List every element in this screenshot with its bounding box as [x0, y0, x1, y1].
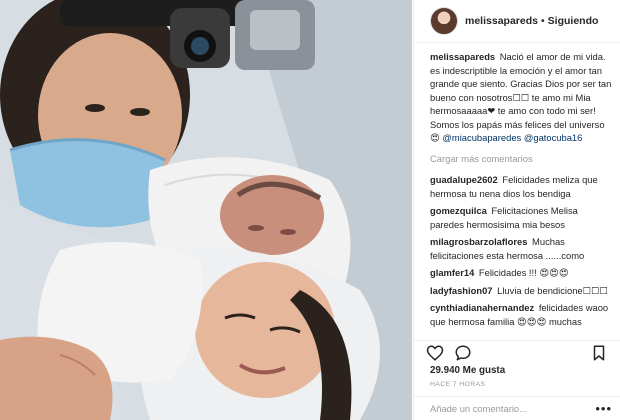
comment-input[interactable] [430, 403, 590, 414]
comment-item: milagrosbarzolaflores Muchas felicitacio… [430, 235, 612, 262]
post-image [0, 0, 412, 420]
comment-username[interactable]: ladyfashion07 [430, 285, 493, 296]
mention-link[interactable]: @miacubaparedes [442, 132, 521, 143]
post-timestamp: HACE 7 HORAS [430, 381, 486, 388]
post-caption: melissapareds Nació el amor de mi vida. … [430, 50, 612, 145]
post-photo[interactable] [0, 0, 412, 420]
comment-username[interactable]: cynthiadianahernandez [430, 302, 534, 313]
comment-icon[interactable] [454, 344, 472, 362]
comment-text: Felicidades !!! 😍😍😍 [478, 267, 569, 278]
comment-username[interactable]: milagrosbarzolaflores [430, 236, 527, 247]
add-comment-bar: ••• [414, 396, 620, 420]
comment-text: Lluvia de bendicione☐☐☐ [497, 284, 608, 296]
caption-text: Nació el amor de mi vida. es indescripti… [430, 51, 612, 143]
avatar[interactable] [430, 7, 458, 35]
comment-username[interactable]: guadalupe2602 [430, 174, 498, 185]
header-separator: • [540, 15, 545, 27]
more-options-icon[interactable]: ••• [595, 402, 612, 415]
following-button[interactable]: Siguiendo [548, 15, 599, 27]
header-username[interactable]: melissapareds [465, 15, 538, 27]
comment-item: gomezquilca Felicitaciones Melisa parede… [430, 204, 612, 231]
post-actions-bar [414, 340, 620, 364]
bookmark-icon[interactable] [590, 344, 608, 362]
comment-username[interactable]: gomezquilca [430, 205, 487, 216]
likes-count[interactable]: 29.940 Me gusta [430, 365, 505, 376]
comment-item: cynthiadianahernandez felicidades waoo q… [430, 301, 612, 328]
load-more-comments-link[interactable]: Cargar más comentarios [430, 152, 612, 166]
post-header: melissapareds • Siguiendo [414, 0, 620, 43]
comment-item: guadalupe2602 Felicidades meliza que her… [430, 173, 612, 200]
comment-item: glamfer14 Felicidades !!! 😍😍😍 [430, 266, 612, 280]
comments-list[interactable]: melissapareds Nació el amor de mi vida. … [414, 50, 620, 342]
comment-item: ladyfashion07 Lluvia de bendicione☐☐☐ [430, 284, 612, 298]
heart-icon[interactable] [426, 344, 444, 362]
caption-username[interactable]: melissapareds [430, 51, 495, 62]
comment-username[interactable]: glamfer14 [430, 267, 474, 278]
mention-link[interactable]: @gatocuba16 [524, 132, 583, 143]
post-side-panel: melissapareds • Siguiendo melissapareds … [413, 0, 620, 420]
